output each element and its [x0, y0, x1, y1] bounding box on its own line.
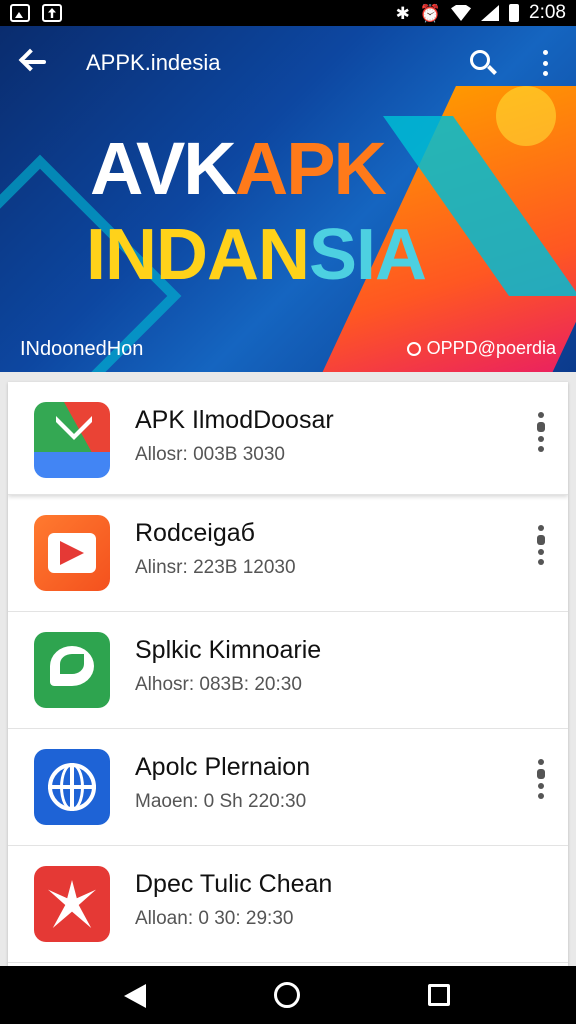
header-banner: APPK.indesia AVKAPK INDANSIA INdoonedHon…	[0, 26, 576, 372]
banner-caption-right-text: OPPD@poerdia	[426, 338, 556, 358]
status-left-icons	[10, 4, 62, 22]
list-item-subtitle: Maoen: 0 Sh 220:30	[135, 791, 307, 812]
more-vert-icon[interactable]	[538, 50, 552, 76]
banner-line1-part1: AVK	[90, 127, 237, 210]
list-item-subtitle: Allosr: 003B 3030	[135, 444, 285, 465]
overflow-menu-icon[interactable]	[534, 525, 548, 581]
list-item-title: Splkic Kimnoarie	[135, 636, 322, 664]
battery-icon	[509, 4, 520, 22]
list-item[interactable]: Rodceigaб Alinsr: 223B 12030	[8, 495, 568, 612]
wifi-icon	[451, 5, 472, 21]
list-item-title: Dpec Tulic Chean	[135, 870, 333, 898]
upload-icon	[42, 4, 62, 22]
list-item-subtitle: Alinsr: 223B 12030	[135, 557, 296, 578]
image-icon	[10, 4, 30, 22]
alarm-icon: ⏰	[419, 3, 442, 23]
system-nav-bar	[0, 966, 576, 1024]
app-list: APK IlmodDoosar Allosr: 003B 3030 Rodcei…	[8, 382, 568, 966]
list-item-title: Rodceigaб	[135, 519, 255, 547]
list-item-subtitle: Alloan: 0 30: 29:30	[135, 908, 294, 929]
banner-headline-line1: AVKAPK	[90, 126, 387, 211]
back-arrow-icon[interactable]	[18, 48, 50, 76]
app-bar-title: APPK.indesia	[86, 50, 221, 75]
status-bar: ✱ ⏰ 2:08	[0, 0, 576, 26]
status-right-icons: ✱ ⏰ 2:08	[396, 2, 566, 24]
app-bar: APPK.indesia	[0, 26, 576, 98]
banner-caption-left: INdoonedHon	[20, 338, 144, 360]
chat-leaf-icon	[34, 632, 110, 708]
banner-line2-part1: INDAN	[86, 215, 310, 295]
list-item-title: APK IlmodDoosar	[135, 406, 334, 434]
list-item-subtitle: Alhosr: 083B: 20:30	[135, 674, 302, 695]
globe-icon	[34, 749, 110, 825]
list-item[interactable]: Apolc Plernaion Maoen: 0 Sh 220:30	[8, 729, 568, 846]
bluetooth-icon: ✱	[395, 3, 410, 23]
overflow-menu-icon[interactable]	[534, 759, 548, 815]
circle-icon	[406, 341, 421, 356]
video-play-icon	[34, 515, 110, 591]
nav-home-icon[interactable]	[274, 982, 300, 1008]
list-item[interactable]: APK IlmodDoosar Allosr: 003B 3030	[8, 382, 568, 495]
status-time: 2:08	[529, 2, 566, 23]
list-item[interactable]: Dpec Tulic Chean Alloan: 0 30: 29:30	[8, 846, 568, 963]
banner-line1-part2: APK	[234, 127, 387, 210]
signal-icon	[481, 5, 500, 21]
banner-line2-part2: SIA	[309, 215, 427, 295]
banner-caption-right: OPPD@poerdia	[406, 338, 556, 359]
nav-back-icon[interactable]	[124, 984, 146, 1008]
star-icon	[34, 866, 110, 942]
search-icon[interactable]	[468, 48, 498, 78]
list-item-title: Apolc Plernaion	[135, 753, 311, 781]
mail-icon	[34, 402, 110, 478]
overflow-menu-icon[interactable]	[534, 412, 548, 468]
banner-headline-line2: INDANSIA	[86, 214, 427, 296]
nav-recents-icon[interactable]	[428, 984, 450, 1006]
list-item[interactable]: Splkic Kimnoarie Alhosr: 083B: 20:30	[8, 612, 568, 729]
